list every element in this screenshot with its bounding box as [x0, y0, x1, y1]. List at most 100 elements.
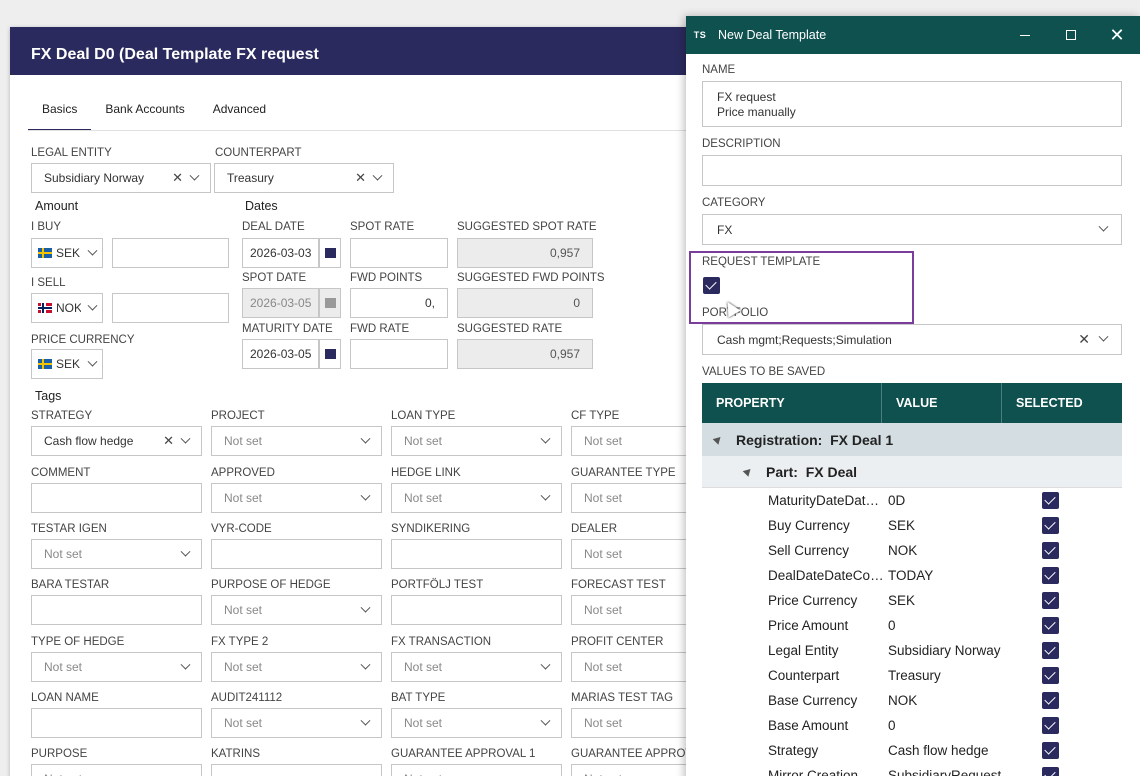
price-currency-select[interactable]: SEK	[31, 349, 103, 379]
tab-bank-accounts[interactable]: Bank Accounts	[91, 97, 198, 131]
table-row[interactable]: DealDateDateCode TODAY	[702, 563, 1122, 588]
row-selected-checkbox[interactable]	[1042, 667, 1059, 684]
deal-date-value: 2026-03-03	[250, 246, 311, 260]
table-row[interactable]: MaturityDateDateCode0D	[702, 488, 1122, 513]
bat-type-select[interactable]: Not set	[391, 708, 562, 738]
row-value: SubsidiaryRequest	[888, 768, 1002, 776]
column-property[interactable]: PROPERTY	[702, 383, 882, 423]
vyr-code-input[interactable]	[211, 539, 382, 569]
table-row[interactable]: Mirror Creation SubsidiaryRequest	[702, 763, 1122, 776]
dialog-title: New Deal Template	[718, 28, 827, 42]
row-selected-checkbox[interactable]	[1042, 517, 1059, 534]
collapse-triangle-icon[interactable]	[712, 434, 724, 445]
row-selected-checkbox[interactable]	[1042, 692, 1059, 709]
table-row[interactable]: Counterpart Treasury	[702, 663, 1122, 688]
fwd-points-input[interactable]: 0,	[350, 288, 448, 318]
sell-currency-select[interactable]: NOK	[31, 293, 103, 323]
row-property: Counterpart	[768, 668, 840, 683]
description-input[interactable]	[702, 155, 1122, 186]
group-part[interactable]: Part: FX Deal	[702, 456, 1122, 488]
buy-amount-input[interactable]	[112, 238, 229, 268]
table-row[interactable]: Price Currency SEK	[702, 588, 1122, 613]
sweden-flag-icon	[38, 248, 52, 258]
row-value: 0	[888, 718, 896, 733]
table-row[interactable]: Buy Currency SEK	[702, 513, 1122, 538]
row-property: DealDateDateCode	[768, 568, 886, 583]
counterpart-select[interactable]: Treasury ✕	[214, 163, 394, 193]
strategy-select[interactable]: Cash flow hedge ✕	[31, 426, 202, 456]
deal-date-input[interactable]: 2026-03-03	[242, 238, 319, 268]
row-selected-checkbox[interactable]	[1042, 567, 1059, 584]
bara-testar-input[interactable]	[31, 595, 202, 625]
testar-igen-select[interactable]: Not set	[31, 539, 202, 569]
tab-advanced[interactable]: Advanced	[199, 97, 280, 131]
table-row[interactable]: Base Currency NOK	[702, 688, 1122, 713]
clear-icon[interactable]: ✕	[172, 170, 183, 186]
clear-icon[interactable]: ✕	[1078, 331, 1090, 348]
clear-icon[interactable]: ✕	[355, 170, 366, 186]
syndikering-input[interactable]	[391, 539, 562, 569]
sell-amount-input[interactable]	[112, 293, 229, 323]
close-button[interactable]: ✕	[1094, 16, 1140, 54]
loan-type-select[interactable]: Not set	[391, 426, 562, 456]
row-selected-checkbox[interactable]	[1042, 592, 1059, 609]
comment-input[interactable]	[31, 483, 202, 513]
hedge-link-select[interactable]: Not set	[391, 483, 562, 513]
clear-icon[interactable]: ✕	[163, 433, 174, 449]
spot-rate-input[interactable]	[350, 238, 448, 268]
group-registration[interactable]: Registration: FX Deal 1	[702, 423, 1122, 456]
portfolio-select[interactable]: Cash mgmt;Requests;Simulation ✕	[702, 324, 1122, 355]
calendar-icon[interactable]	[319, 238, 341, 268]
forecast-test-label: FORECAST TEST	[571, 579, 666, 591]
row-selected-checkbox[interactable]	[1042, 492, 1059, 509]
vyr-code-label: VYR-CODE	[211, 523, 272, 535]
project-select[interactable]: Not set	[211, 426, 382, 456]
fx-type-2-select[interactable]: Not set	[211, 652, 382, 682]
row-selected-checkbox[interactable]	[1042, 717, 1059, 734]
table-row[interactable]: Sell Currency NOK	[702, 538, 1122, 563]
maximize-button[interactable]	[1048, 16, 1094, 54]
row-selected-checkbox[interactable]	[1042, 642, 1059, 659]
maximize-icon	[1066, 30, 1076, 40]
new-deal-template-dialog: TS New Deal Template ✕ NAME FX request P…	[686, 16, 1140, 776]
calendar-icon[interactable]	[319, 339, 341, 369]
row-selected-checkbox[interactable]	[1042, 742, 1059, 759]
row-selected-checkbox[interactable]	[1042, 767, 1059, 776]
purpose-select[interactable]: Not set	[31, 764, 202, 776]
minimize-button[interactable]	[1002, 16, 1048, 54]
type-of-hedge-select[interactable]: Not set	[31, 652, 202, 682]
suggested-fwd-points-label: SUGGESTED FWD POINTS	[457, 272, 605, 284]
column-selected[interactable]: SELECTED	[1002, 383, 1122, 423]
guarantee-approval-1-select[interactable]: Not set	[391, 764, 562, 776]
table-row[interactable]: Legal Entity Subsidiary Norway	[702, 638, 1122, 663]
i-sell-label: I SELL	[31, 277, 66, 289]
category-value: FX	[717, 222, 733, 237]
portfolj-test-input[interactable]	[391, 595, 562, 625]
table-row[interactable]: Strategy Cash flow hedge	[702, 738, 1122, 763]
column-value[interactable]: VALUE	[882, 383, 1002, 423]
table-row[interactable]: Price Amount 0	[702, 613, 1122, 638]
row-selected-checkbox[interactable]	[1042, 542, 1059, 559]
approved-select[interactable]: Not set	[211, 483, 382, 513]
table-row[interactable]: Base Amount 0	[702, 713, 1122, 738]
loan-type-value: Not set	[404, 434, 443, 448]
fx-transaction-select[interactable]: Not set	[391, 652, 562, 682]
description-label: DESCRIPTION	[702, 138, 781, 150]
norway-flag-icon	[38, 303, 52, 313]
buy-currency-select[interactable]: SEK	[31, 238, 103, 268]
legal-entity-select[interactable]: Subsidiary Norway ✕	[31, 163, 211, 193]
collapse-triangle-icon[interactable]	[742, 466, 754, 477]
fwd-rate-input[interactable]	[350, 339, 448, 369]
row-value: SEK	[888, 518, 916, 533]
spot-date-input: 2026-03-05	[242, 288, 319, 318]
maturity-date-input[interactable]: 2026-03-05	[242, 339, 319, 369]
category-select[interactable]: FX	[702, 214, 1122, 245]
loan-name-input[interactable]	[31, 708, 202, 738]
katrins-input[interactable]	[211, 764, 382, 776]
request-template-checkbox[interactable]	[703, 277, 720, 297]
purpose-of-hedge-select[interactable]: Not set	[211, 595, 382, 625]
tab-basics[interactable]: Basics	[28, 97, 92, 131]
row-selected-checkbox[interactable]	[1042, 617, 1059, 634]
audit-select[interactable]: Not set	[211, 708, 382, 738]
name-textarea[interactable]: FX request Price manually	[702, 81, 1122, 127]
